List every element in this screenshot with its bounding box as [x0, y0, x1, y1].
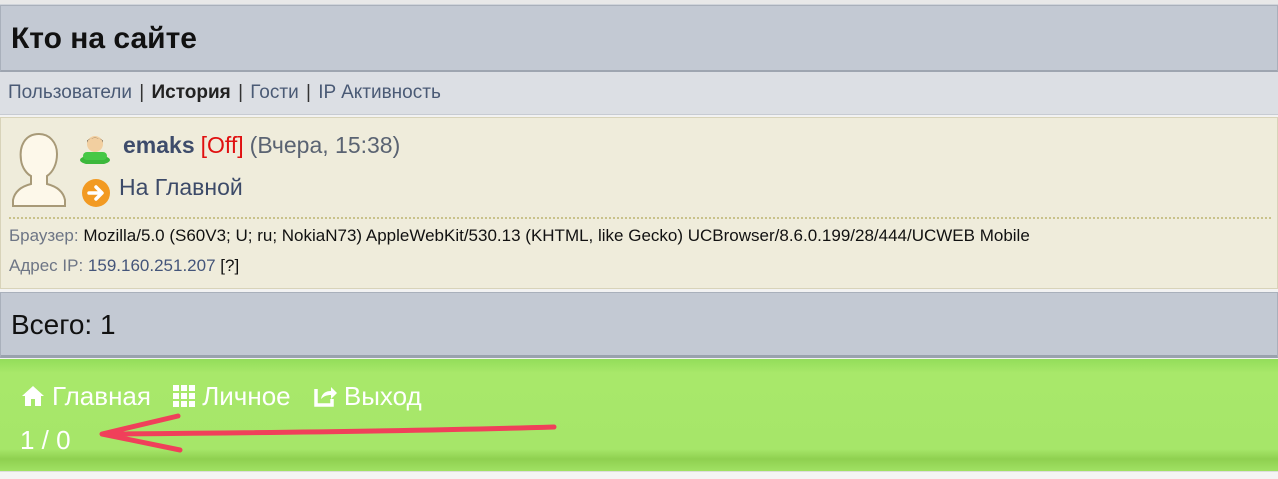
home-icon	[22, 385, 44, 406]
ip-label: Адрес IP:	[9, 256, 84, 275]
browser-label: Браузер:	[9, 226, 79, 245]
orange-arrow-icon	[82, 179, 110, 207]
total-count: Всего: 1	[11, 309, 116, 340]
annotation-arrow-icon	[99, 413, 557, 453]
total-bar: Всего: 1	[0, 292, 1278, 358]
page-title: Кто на сайте	[11, 22, 197, 55]
ip-help-link[interactable]: [?]	[220, 256, 239, 275]
nav-separator: |	[238, 82, 243, 103]
grid-icon	[173, 384, 196, 407]
section-nav: Пользователи | История | Гости | IP Акти…	[0, 72, 1278, 115]
visitor-name-line: emaks [Off] (Вчера, 15:38)	[123, 132, 400, 159]
online-counter: 1 / 0	[20, 425, 71, 455]
nav-separator: |	[305, 82, 311, 103]
footer-home-label: Главная	[52, 380, 151, 411]
nav-guests-link[interactable]: Гости	[250, 82, 298, 103]
logout-icon	[314, 386, 337, 407]
status-off: [Off]	[200, 132, 244, 158]
visitor-location: На Главной	[119, 174, 243, 200]
visitor-entry: emaks [Off] (Вчера, 15:38) На Главной Брау…	[0, 117, 1278, 289]
footer-personal-label: Личное	[202, 380, 291, 411]
nav-separator: |	[139, 82, 145, 103]
divider	[9, 217, 1271, 219]
footer-home-link[interactable]: Главная	[20, 381, 151, 412]
nav-ip-activity-link[interactable]: IP Активность	[318, 82, 441, 103]
footer-logout-label: Выход	[343, 380, 422, 411]
footer-logout-link[interactable]: Выход	[312, 381, 422, 412]
nav-users-link[interactable]: Пользователи	[8, 82, 132, 103]
user-nick-link[interactable]: emaks	[123, 132, 195, 158]
last-visit-time: (Вчера, 15:38)	[249, 132, 401, 158]
ip-value: 159.160.251.207	[87, 256, 216, 275]
avatar-silhouette-icon	[12, 132, 66, 207]
page-header: Кто на сайте	[0, 5, 1278, 72]
browser-line: Браузер: Mozilla/5.0 (S60V3; U; ru; Noki…	[9, 226, 1030, 246]
ip-line: Адрес IP: 159.160.251.207 [?]	[9, 256, 239, 276]
footer-personal-link[interactable]: Личное	[172, 380, 291, 412]
nav-history-active: История	[151, 82, 231, 103]
user-online-icon	[80, 136, 110, 164]
browser-value: Mozilla/5.0 (S60V3; U; ru; NokiaN73) App…	[83, 226, 1030, 245]
footer-nav: Главная Личное Выход	[20, 379, 436, 412]
